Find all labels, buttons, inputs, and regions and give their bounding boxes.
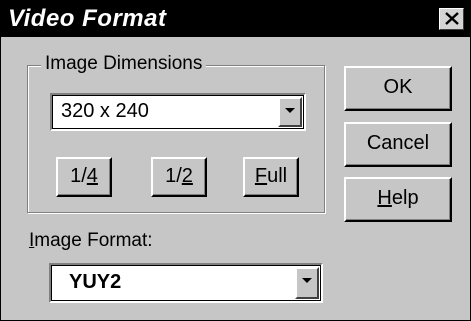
quarter-size-button[interactable]: 1/4 — [56, 157, 112, 197]
ok-label: OK — [383, 76, 413, 98]
half-size-button[interactable]: 1/2 — [151, 157, 207, 197]
image-size-select[interactable]: 320 x 240 — [50, 93, 306, 131]
half-size-label: 1/2 — [165, 165, 193, 187]
image-size-dropdown-button[interactable] — [278, 97, 302, 127]
video-format-dialog: Video Format Image Dimensions 320 x 240 … — [0, 0, 471, 321]
ok-button[interactable]: OK — [344, 66, 452, 111]
image-format-select[interactable]: YUY2 — [49, 263, 323, 303]
full-size-label: Full — [254, 165, 288, 187]
chevron-down-icon — [285, 108, 295, 113]
chevron-down-icon — [302, 278, 312, 283]
image-format-dropdown-button[interactable] — [295, 267, 319, 299]
close-button[interactable] — [439, 8, 464, 30]
image-format-value: YUY2 — [69, 271, 122, 293]
window-title: Video Format — [8, 5, 167, 32]
image-dimensions-label: Image Dimensions — [41, 53, 207, 75]
help-button[interactable]: Help — [344, 177, 452, 222]
title-bar[interactable]: Video Format — [1, 1, 470, 37]
quarter-size-label: 1/4 — [70, 165, 98, 187]
full-size-button[interactable]: Full — [243, 157, 299, 197]
cancel-button[interactable]: Cancel — [344, 122, 452, 167]
image-size-value: 320 x 240 — [61, 100, 149, 122]
help-label: Help — [377, 187, 419, 209]
cancel-label: Cancel — [366, 132, 430, 154]
close-icon — [445, 12, 459, 25]
image-format-label: Image Format: — [29, 230, 153, 251]
